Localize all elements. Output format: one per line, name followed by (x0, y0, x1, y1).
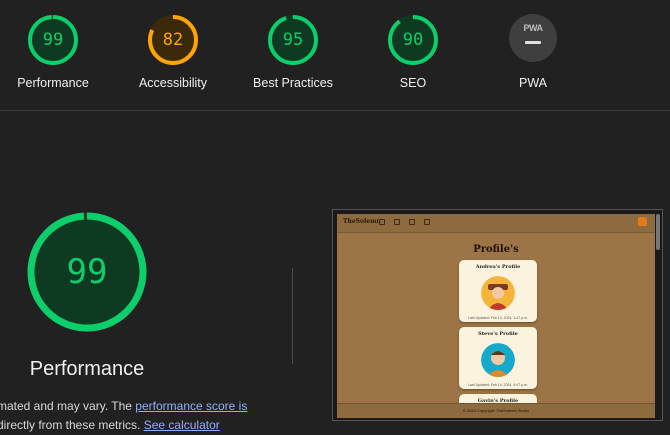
profile-card-name: Steve's Profile (478, 331, 518, 337)
screenshot-page: TheSolemn Profile's Andrea's Profile Las… (337, 214, 655, 418)
performance-score-link[interactable]: performance score is (135, 399, 247, 413)
gauge-label: Performance (17, 76, 89, 90)
profile-card-name: Andrea's Profile (475, 264, 521, 270)
gauge-ring: 82 (147, 14, 199, 66)
gauge-ring: 99 (27, 14, 79, 66)
gauge-pwa[interactable]: PWA PWA (473, 14, 593, 90)
gauge-best-practices[interactable]: 95 Best Practices (233, 14, 353, 90)
gauge-score: 90 (402, 30, 424, 50)
main-category-title: Performance (29, 358, 145, 380)
dash-icon (525, 41, 541, 44)
avatar-icon (481, 276, 515, 310)
gauge-seo[interactable]: 90 SEO (353, 14, 473, 90)
score-summary-bar: 99 Performance 82 Accessibility 95 Best … (0, 0, 670, 111)
footer-text: © 2024 Copyright: TheSolemn Studio (462, 408, 530, 413)
final-screenshot[interactable]: TheSolemn Profile's Andrea's Profile Las… (332, 209, 663, 421)
gauge-score: 99 (42, 30, 64, 50)
divider (292, 268, 293, 364)
scrollbar[interactable] (656, 214, 660, 250)
gauge-score: 82 (162, 30, 184, 50)
site-page-title: Profile's (473, 244, 519, 255)
site-footer: © 2024 Copyright: TheSolemn Studio (337, 403, 655, 418)
gauge-label: Accessibility (138, 76, 208, 90)
profile-card-date: Last Updated: Feb 14, 2024, 1:47 p.m. (468, 316, 528, 320)
logout-icon (424, 219, 430, 225)
gauge-ring: 90 (387, 14, 439, 66)
home-icon (379, 219, 385, 225)
description-text: directly from these metrics. (0, 418, 144, 432)
gauge-ring: 95 (267, 14, 319, 66)
description-line-2: directly from these metrics. See calcula… (0, 416, 297, 435)
description-line-1: mated and may vary. The performance scor… (0, 397, 297, 416)
gauge-label: SEO (399, 76, 427, 90)
avatar-icon (481, 343, 515, 377)
pwa-badge-text: PWA (523, 23, 543, 33)
gauge-label: Best Practices (253, 76, 333, 90)
gauge-performance[interactable]: 99 Performance (0, 14, 113, 90)
profile-card: Steve's Profile Last Updated: Feb 14, 20… (459, 327, 537, 389)
gauge-score: 95 (282, 30, 304, 50)
cart-icon (638, 217, 647, 226)
site-navbar: TheSolemn (337, 214, 655, 233)
site-logo: TheSolemn (343, 218, 381, 225)
description-text: mated and may vary. The (0, 399, 136, 413)
see-calculator-link[interactable]: See calculator (144, 418, 220, 432)
profile-card: Andrea's Profile Last Updated: Feb 14, 2… (459, 260, 537, 322)
gauge-accessibility[interactable]: 82 Accessibility (113, 14, 233, 90)
score-description: mated and may vary. The performance scor… (0, 397, 297, 435)
gauge-ring: PWA (507, 14, 559, 66)
profile-card-date: Last Updated: Feb 14, 2024, 9:47 p.m. (468, 383, 528, 387)
user-icon (394, 219, 400, 225)
gauge-label: PWA (518, 76, 547, 90)
main-score: 99 (66, 252, 108, 292)
performance-main-gauge: 99 (26, 211, 148, 333)
inbox-icon (409, 219, 415, 225)
pwa-badge: PWA (509, 14, 557, 62)
